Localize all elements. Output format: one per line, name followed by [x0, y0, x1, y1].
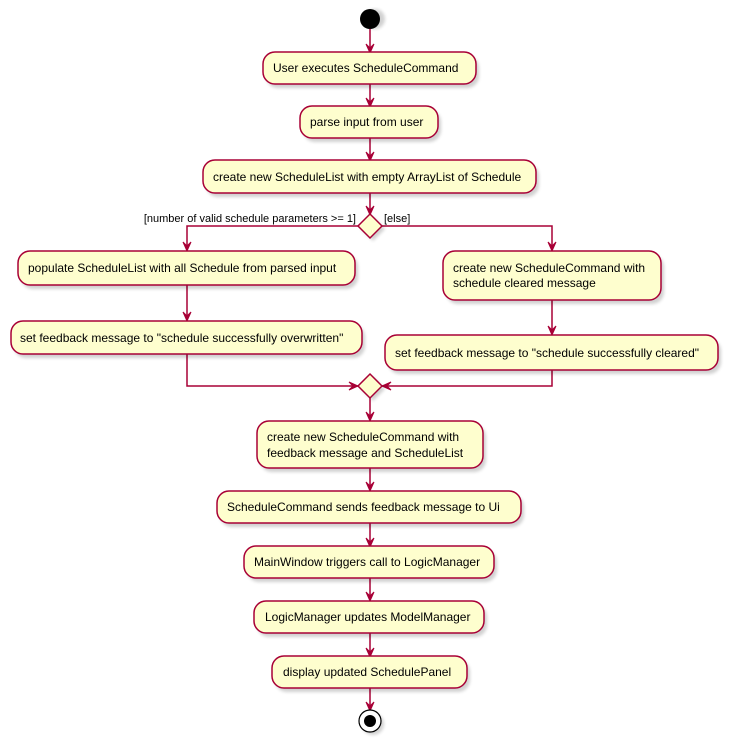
svg-text:create new ScheduleCommand wit: create new ScheduleCommand with: [267, 430, 459, 444]
svg-text:MainWindow triggers call to Lo: MainWindow triggers call to LogicManager: [254, 555, 480, 569]
action-parse-input: parse input from user: [299, 105, 441, 142]
action-populate-schedulelist: populate ScheduleList with all Schedule …: [17, 250, 358, 289]
svg-text:create new ScheduleList with e: create new ScheduleList with empty Array…: [213, 170, 521, 184]
guard-true-label: [number of valid schedule parameters >= …: [144, 213, 356, 225]
guard-else-label: [else]: [384, 213, 410, 225]
end-node: [358, 709, 382, 733]
activity-diagram: [number of valid schedule parameters >= …: [10, 9, 721, 735]
svg-text:set feedback message to "sched: set feedback message to "schedule succes…: [395, 346, 699, 360]
action-mainwindow-call: MainWindow triggers call to LogicManager: [243, 545, 497, 582]
svg-text:User executes ScheduleCommand: User executes ScheduleCommand: [273, 61, 458, 75]
svg-text:create new ScheduleCommand wit: create new ScheduleCommand with: [453, 261, 645, 275]
action-create-schedulelist: create new ScheduleList with empty Array…: [202, 159, 539, 197]
start-node: [360, 9, 380, 29]
svg-text:set feedback message to "sched: set feedback message to "schedule succes…: [20, 331, 343, 345]
svg-text:parse input from user: parse input from user: [310, 115, 423, 129]
action-feedback-overwritten: set feedback message to "schedule succes…: [10, 320, 365, 358]
action-create-cleared-command: create new ScheduleCommand with schedule…: [442, 250, 664, 304]
action-display-panel: display updated SchedulePanel: [271, 655, 470, 692]
action-user-executes: User executes ScheduleCommand: [262, 51, 479, 88]
action-create-final-command: create new ScheduleCommand with feedback…: [256, 420, 486, 472]
svg-text:display updated SchedulePanel: display updated SchedulePanel: [283, 665, 451, 679]
action-feedback-cleared: set feedback message to "schedule succes…: [384, 334, 721, 374]
svg-text:ScheduleCommand sends feedback: ScheduleCommand sends feedback message t…: [227, 500, 500, 514]
action-send-feedback-ui: ScheduleCommand sends feedback message t…: [216, 490, 524, 527]
svg-text:schedule cleared message: schedule cleared message: [453, 276, 596, 290]
action-logicmanager-update: LogicManager updates ModelManager: [253, 600, 487, 637]
svg-text:LogicManager updates ModelMana: LogicManager updates ModelManager: [265, 610, 470, 624]
svg-text:populate ScheduleList with all: populate ScheduleList with all Schedule …: [28, 261, 337, 275]
svg-text:feedback message and ScheduleL: feedback message and ScheduleList: [267, 446, 464, 460]
